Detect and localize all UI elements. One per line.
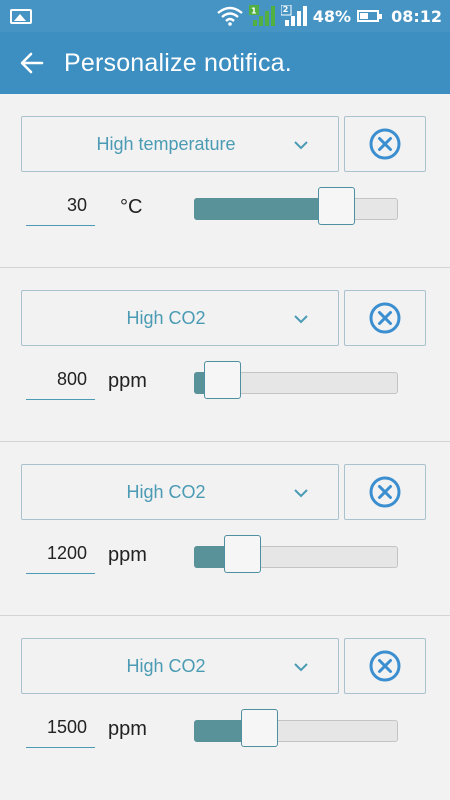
threshold-input[interactable] [26, 360, 95, 400]
gallery-icon [10, 9, 32, 24]
rule-type-dropdown[interactable]: High temperature [21, 116, 339, 172]
rule-type-dropdown[interactable]: High CO2 [21, 290, 339, 346]
threshold-slider[interactable] [194, 535, 398, 573]
signal-icon-sim2: 2 [280, 5, 307, 27]
status-bar: 1 2 48% 08:12 [0, 0, 450, 32]
back-button[interactable] [0, 32, 64, 94]
status-icons: 1 2 48% 08:12 [216, 0, 442, 32]
slider-thumb[interactable] [240, 709, 278, 747]
chevron-down-icon [294, 315, 308, 324]
rule-type-label: High temperature [96, 134, 236, 154]
notification-rules-list: High temperature °C High CO2 ppm [0, 94, 450, 796]
sim2-badge: 2 [282, 5, 289, 14]
unit-label: ppm [108, 544, 147, 566]
remove-rule-button[interactable] [344, 638, 426, 694]
chevron-down-icon [294, 663, 308, 672]
rule-type-dropdown[interactable]: High CO2 [21, 464, 339, 520]
remove-rule-button[interactable] [344, 290, 426, 346]
slider-thumb[interactable] [204, 361, 242, 399]
slider-thumb[interactable] [318, 187, 356, 225]
rule-type-label: High CO2 [126, 482, 206, 502]
rule-card: High CO2 ppm [0, 268, 450, 442]
rule-type-label: High CO2 [126, 308, 206, 328]
unit-label: ppm [108, 370, 147, 392]
close-circle-icon [369, 476, 401, 508]
threshold-input[interactable] [26, 186, 95, 226]
clock: 08:12 [391, 6, 442, 26]
app-bar: Personalize notifica. [0, 32, 450, 94]
rule-card: High temperature °C [0, 94, 450, 268]
threshold-input[interactable] [26, 534, 95, 574]
unit-label: °C [120, 196, 143, 218]
close-circle-icon [369, 650, 401, 682]
rule-card: High CO2 ppm [0, 442, 450, 616]
threshold-slider[interactable] [194, 187, 398, 225]
signal-icon-sim1: 1 [248, 5, 275, 27]
chevron-down-icon [294, 489, 308, 498]
unit-label: ppm [108, 718, 147, 740]
back-arrow-icon [20, 52, 44, 74]
close-circle-icon [369, 128, 401, 160]
remove-rule-button[interactable] [344, 464, 426, 520]
rule-card: High CO2 ppm [0, 616, 450, 796]
remove-rule-button[interactable] [344, 116, 426, 172]
threshold-input[interactable] [26, 708, 95, 748]
close-circle-icon [369, 302, 401, 334]
battery-percent: 48% [312, 6, 352, 26]
battery-icon [357, 10, 383, 22]
threshold-slider[interactable] [194, 709, 398, 747]
svg-text:1: 1 [251, 7, 257, 16]
threshold-slider[interactable] [194, 361, 398, 399]
slider-thumb[interactable] [224, 535, 262, 573]
slider-fill [194, 198, 337, 220]
page-title: Personalize notifica. [64, 48, 292, 77]
chevron-down-icon [294, 141, 308, 150]
rule-type-label: High CO2 [126, 656, 206, 676]
rule-type-dropdown[interactable]: High CO2 [21, 638, 339, 694]
wifi-icon [216, 6, 243, 26]
